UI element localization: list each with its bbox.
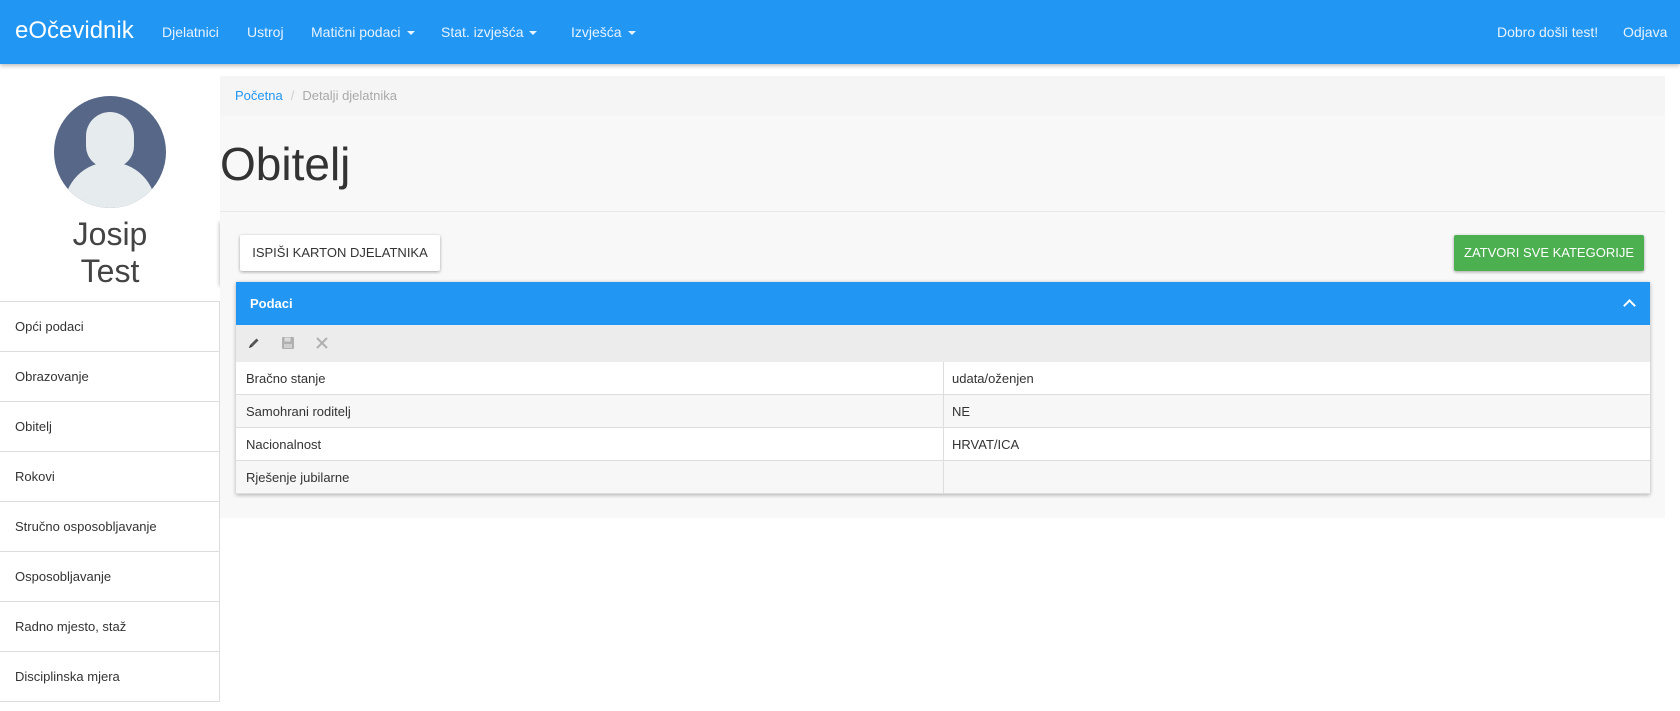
avatar-body-shape — [64, 162, 156, 208]
brand-logo[interactable]: eOčevidnik — [15, 17, 134, 45]
chevron-up-icon[interactable] — [1622, 296, 1636, 310]
close-all-categories-button[interactable]: ZATVORI SVE KATEGORIJE — [1454, 235, 1644, 271]
panel-title: Podaci — [250, 296, 293, 311]
breadcrumb-home[interactable]: Početna — [235, 88, 283, 103]
user-avatar — [54, 96, 166, 208]
sidebar: Josip Test Opći podaci Obrazovanje Obite… — [0, 64, 220, 711]
caret-down-icon — [406, 31, 415, 36]
close-icon[interactable] — [314, 335, 330, 351]
sidebar-item-opci-podaci[interactable]: Opći podaci — [0, 302, 220, 352]
row-key: Nacionalnost — [246, 437, 322, 452]
sidebar-item-disciplinska-mjera[interactable]: Disciplinska mjera — [0, 652, 220, 702]
breadcrumb-current: Detalji djelatnika — [302, 88, 397, 103]
nav-maticni-podaci[interactable]: Matični podaci — [311, 24, 415, 40]
sidebar-item-radno-mjesto[interactable]: Radno mjesto, staž — [0, 602, 220, 652]
column-divider — [943, 362, 944, 395]
sidebar-item-obrazovanje[interactable]: Obrazovanje — [0, 352, 220, 402]
row-key: Samohrani roditelj — [246, 404, 351, 419]
breadcrumb-separator: / — [290, 88, 295, 103]
column-divider — [943, 428, 944, 461]
table-row: Samohrani roditelj NE — [236, 395, 1650, 428]
nav-stat-izvjesca-label: Stat. izvješća — [441, 24, 524, 40]
nav-djelatnici[interactable]: Djelatnici — [162, 24, 219, 40]
row-key: Bračno stanje — [246, 371, 326, 386]
sidebar-item-strucno-osposobljavanje[interactable]: Stručno osposobljavanje — [0, 502, 220, 552]
nav-maticni-podaci-label: Matični podaci — [311, 24, 401, 40]
nav-izvjesca-label: Izvješća — [571, 24, 622, 40]
save-icon[interactable] — [280, 335, 296, 351]
column-divider — [943, 395, 944, 428]
print-card-button[interactable]: ISPIŠI KARTON DJELATNIKA — [240, 235, 440, 271]
row-key: Rješenje jubilarne — [246, 470, 350, 485]
pencil-icon[interactable] — [246, 335, 262, 351]
title-divider — [220, 211, 1665, 212]
data-panel: Podaci Bračno stanje udata/oženjen Samoh… — [236, 282, 1650, 494]
nav-izvjesca[interactable]: Izvješća — [571, 24, 636, 40]
user-name: Josip Test — [0, 216, 220, 290]
panel-header[interactable]: Podaci — [236, 282, 1650, 325]
sidebar-item-osposobljavanje[interactable]: Osposobljavanje — [0, 552, 220, 602]
nav-ustroj[interactable]: Ustroj — [247, 24, 284, 40]
table-row: Bračno stanje udata/oženjen — [236, 362, 1650, 395]
panel-toolbar — [236, 325, 1650, 362]
table-row: Rješenje jubilarne — [236, 461, 1650, 494]
column-divider — [943, 461, 944, 494]
table-row: Nacionalnost HRVAT/ICA — [236, 428, 1650, 461]
row-value: HRVAT/ICA — [952, 437, 1020, 452]
panel-rows: Bračno stanje udata/oženjen Samohrani ro… — [236, 362, 1650, 494]
welcome-link[interactable]: Dobro došli test! — [1497, 24, 1598, 40]
nav-stat-izvjesca[interactable]: Stat. izvješća — [441, 24, 538, 40]
avatar-head-shape — [86, 112, 134, 168]
top-navbar: eOčevidnik Djelatnici Ustroj Matični pod… — [0, 0, 1680, 64]
sidebar-item-obitelj[interactable]: Obitelj — [0, 402, 220, 452]
sidebar-item-rokovi[interactable]: Rokovi — [0, 452, 220, 502]
row-value: NE — [952, 404, 971, 419]
breadcrumb: Početna / Detalji djelatnika — [220, 76, 1665, 116]
row-value: udata/oženjen — [952, 371, 1034, 386]
user-first-name: Josip — [72, 216, 148, 252]
caret-down-icon — [627, 31, 636, 36]
user-last-name: Test — [80, 253, 140, 289]
page-title: Obitelj — [220, 138, 351, 190]
sidebar-menu: Opći podaci Obrazovanje Obitelj Rokovi S… — [0, 301, 220, 702]
caret-down-icon — [529, 31, 538, 36]
logout-link[interactable]: Odjava — [1623, 24, 1667, 40]
